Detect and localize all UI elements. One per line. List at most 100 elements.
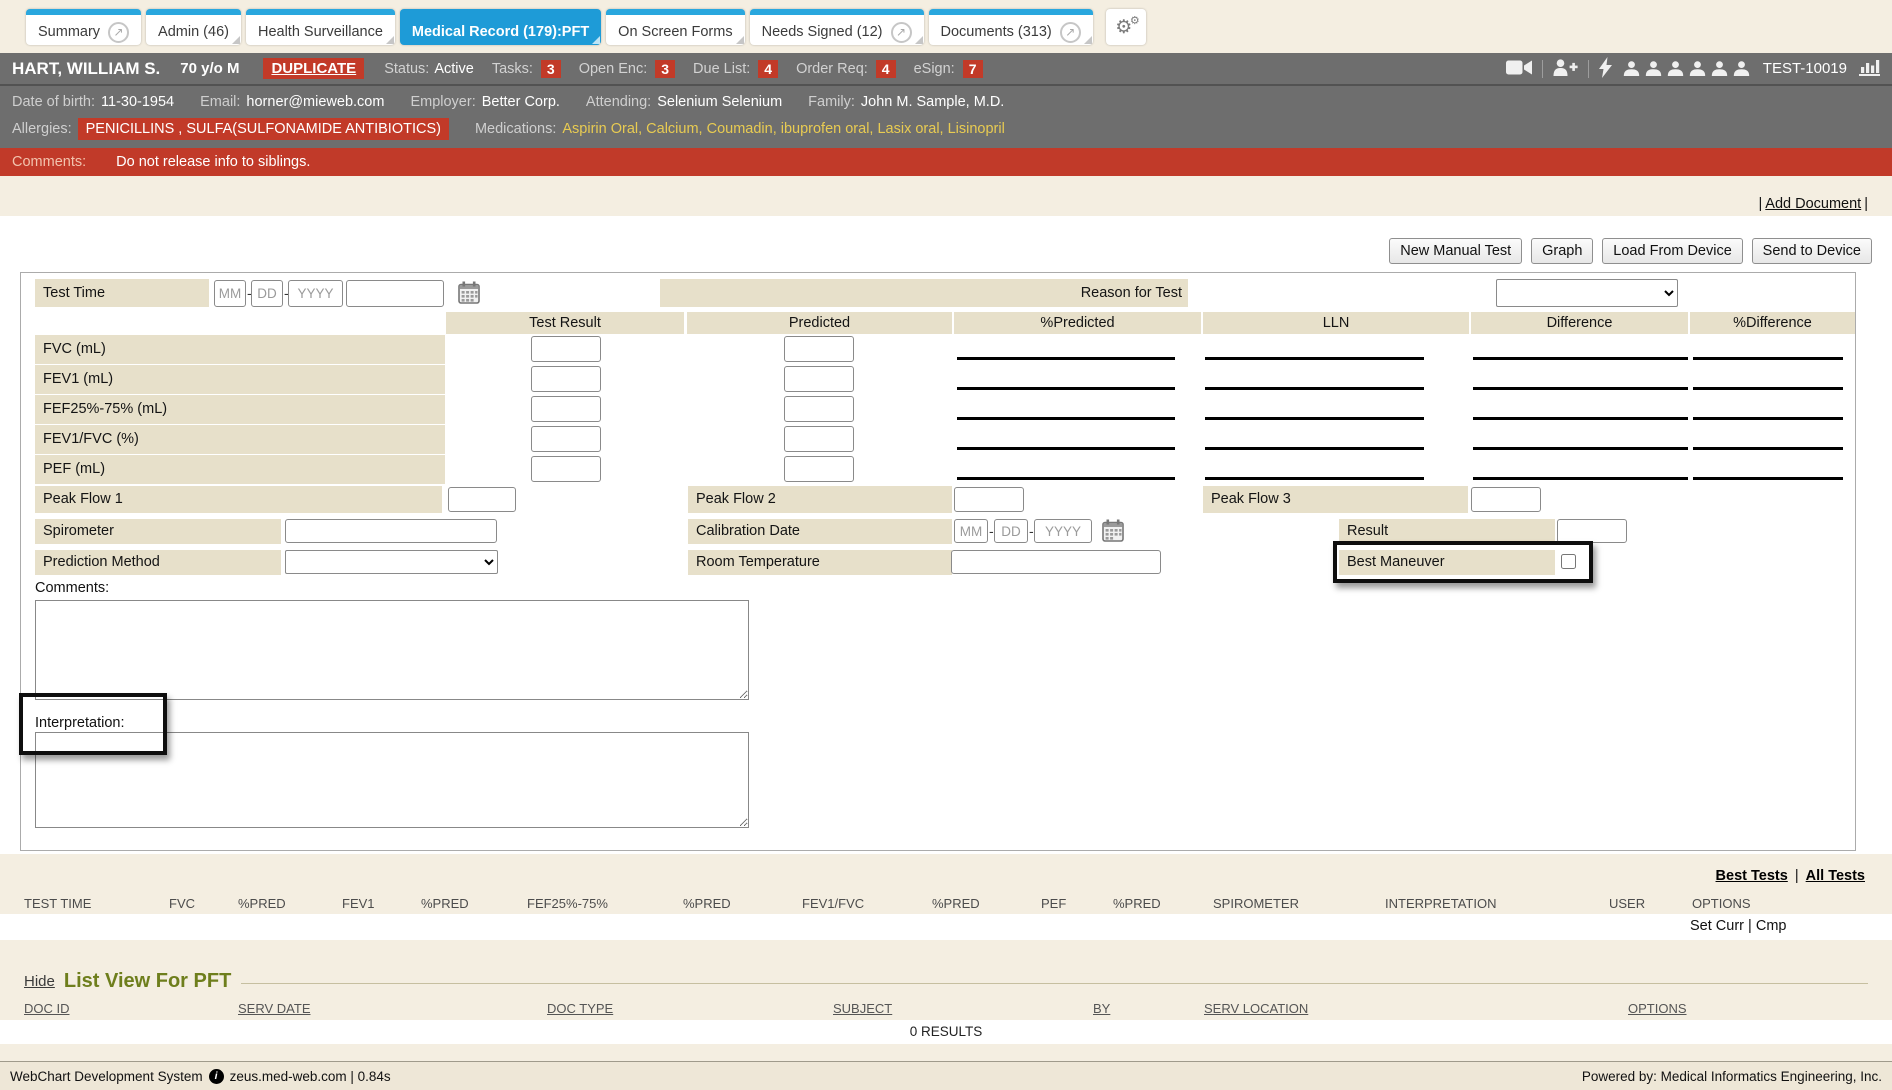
tab-health-surveillance[interactable]: Health Surveillance (246, 9, 395, 45)
reason-for-test-label: Reason for Test (660, 279, 1188, 307)
separator (1542, 60, 1543, 78)
family-value: John M. Sample, M.D. (861, 94, 1004, 110)
info-icon[interactable]: i (209, 1069, 224, 1084)
peak-flow-1-input[interactable] (448, 487, 516, 512)
esign-count-badge[interactable]: 7 (963, 60, 983, 78)
col-doc-id[interactable]: DOC ID (24, 1001, 70, 1016)
care-team-icons[interactable] (1622, 61, 1751, 76)
tab-on-screen-forms[interactable]: On Screen Forms (606, 9, 744, 45)
test-time-year-input[interactable] (288, 280, 343, 307)
order-req-count-badge[interactable]: 4 (876, 60, 896, 78)
graph-button[interactable]: Graph (1531, 238, 1593, 264)
tab-label: Admin (46) (158, 24, 229, 40)
bar-chart-icon[interactable] (1859, 59, 1880, 79)
calibration-day-input[interactable] (994, 519, 1028, 543)
add-person-icon[interactable] (1553, 59, 1578, 79)
interpretation-textarea[interactable] (35, 732, 749, 828)
prediction-method-select[interactable] (285, 550, 498, 574)
hide-link[interactable]: Hide (24, 973, 55, 990)
test-time-time-input[interactable] (346, 280, 444, 307)
result-input[interactable] (1557, 519, 1627, 543)
fev1-test-result-input[interactable] (531, 366, 601, 392)
tasks-count-badge[interactable]: 3 (541, 60, 561, 78)
tab-needs-signed[interactable]: Needs Signed (12) ↗ (750, 9, 924, 45)
popout-icon[interactable]: ↗ (108, 22, 129, 43)
fev1-fvc-test-result-input[interactable] (531, 426, 601, 452)
date-separator: - (989, 519, 994, 543)
footer-app-name: WebChart Development System (10, 1069, 203, 1084)
peak-flow-3-input[interactable] (1471, 487, 1541, 512)
pef-predicted-input[interactable] (784, 456, 854, 482)
reason-for-test-select[interactable] (1496, 279, 1678, 307)
attending-label: Attending: (586, 94, 651, 110)
test-time-day-input[interactable] (251, 280, 283, 307)
col-serv-date[interactable]: SERV DATE (238, 1001, 310, 1016)
results-links-row: Best Tests | All Tests (0, 868, 1868, 888)
allergies-badge[interactable]: PENICILLINS , SULFA(SULFONAMIDE ANTIBIOT… (78, 118, 449, 140)
due-list-count-badge[interactable]: 4 (758, 60, 778, 78)
tab-documents[interactable]: Documents (313) ↗ (929, 9, 1093, 45)
load-from-device-button[interactable]: Load From Device (1602, 238, 1742, 264)
result-label: Result (1339, 519, 1555, 544)
lightning-bolt-icon[interactable] (1599, 57, 1612, 81)
open-enc-count-badge[interactable]: 3 (655, 60, 675, 78)
calibration-year-input[interactable] (1034, 519, 1092, 543)
best-tests-link[interactable]: Best Tests (1716, 868, 1788, 884)
heading-rule (241, 983, 1868, 984)
calendar-icon[interactable] (458, 281, 480, 307)
peak-flow-3-label: Peak Flow 3 (1203, 486, 1468, 513)
new-manual-test-button[interactable]: New Manual Test (1389, 238, 1522, 264)
tasks-label: Tasks: (492, 61, 533, 77)
form-comments-textarea[interactable] (35, 600, 749, 700)
video-camera-icon[interactable] (1506, 59, 1532, 79)
fef25-75-percent-difference-line (1693, 417, 1843, 420)
patient-demographics: Date of birth: 11-30-1954 Email: horner@… (0, 86, 1892, 148)
medications-list[interactable]: Aspirin Oral, Calcium, Coumadin, ibuprof… (562, 121, 1004, 137)
tab-admin[interactable]: Admin (46) (146, 9, 241, 45)
col-pred-3: %PRED (683, 896, 731, 911)
col-doc-options[interactable]: OPTIONS (1628, 1001, 1687, 1016)
popout-icon[interactable]: ↗ (891, 22, 912, 43)
add-document-link[interactable]: Add Document (1765, 196, 1861, 212)
row-label-pef: PEF (mL) (35, 455, 445, 484)
calendar-icon[interactable] (1102, 519, 1124, 545)
all-tests-link[interactable]: All Tests (1806, 868, 1865, 884)
best-maneuver-checkbox[interactable] (1561, 554, 1576, 569)
col-doc-type[interactable]: DOC TYPE (547, 1001, 613, 1016)
best-maneuver-label: Best Maneuver (1339, 550, 1555, 575)
col-serv-location[interactable]: SERV LOCATION (1204, 1001, 1308, 1016)
col-fvc: FVC (169, 896, 195, 911)
pipe: | (1759, 196, 1763, 212)
pipe: | (1864, 196, 1868, 212)
fev1-fvc-predicted-input[interactable] (784, 426, 854, 452)
calibration-month-input[interactable] (954, 519, 988, 543)
pef-test-result-input[interactable] (531, 456, 601, 482)
fvc-predicted-input[interactable] (784, 336, 854, 362)
fvc-test-result-input[interactable] (531, 336, 601, 362)
fef25-75-test-result-input[interactable] (531, 396, 601, 422)
spirometer-input[interactable] (285, 519, 497, 543)
demographics-row-2: Allergies: PENICILLINS , SULFA(SULFONAMI… (12, 115, 1880, 142)
pef-lln-line (1205, 477, 1424, 480)
list-view-header: Hide List View For PFT (24, 968, 1892, 994)
settings-button[interactable]: ⚙ ⚙ (1106, 9, 1146, 45)
col-subject[interactable]: SUBJECT (833, 1001, 892, 1016)
col-by[interactable]: BY (1093, 1001, 1110, 1016)
tab-medical-record[interactable]: Medical Record (179):PFT (400, 9, 601, 45)
duplicate-flag[interactable]: DUPLICATE (263, 58, 364, 79)
patient-name: HART, WILLIAM S. (12, 59, 160, 79)
fef25-75-predicted-input[interactable] (784, 396, 854, 422)
tab-summary[interactable]: Summary ↗ (26, 9, 141, 45)
popout-icon[interactable]: ↗ (1060, 22, 1081, 43)
person-icon (1644, 61, 1663, 76)
cmp-link[interactable]: Cmp (1756, 918, 1787, 934)
room-temperature-input[interactable] (951, 550, 1161, 574)
test-time-month-input[interactable] (214, 280, 246, 307)
col-spirometer: SPIROMETER (1213, 896, 1299, 911)
set-curr-link[interactable]: Set Curr (1690, 918, 1744, 934)
fev1-predicted-input[interactable] (784, 366, 854, 392)
footer-bar: WebChart Development System i zeus.med-w… (0, 1061, 1892, 1090)
row-label-fev1: FEV1 (mL) (35, 365, 445, 394)
peak-flow-2-input[interactable] (954, 487, 1024, 512)
send-to-device-button[interactable]: Send to Device (1752, 238, 1872, 264)
